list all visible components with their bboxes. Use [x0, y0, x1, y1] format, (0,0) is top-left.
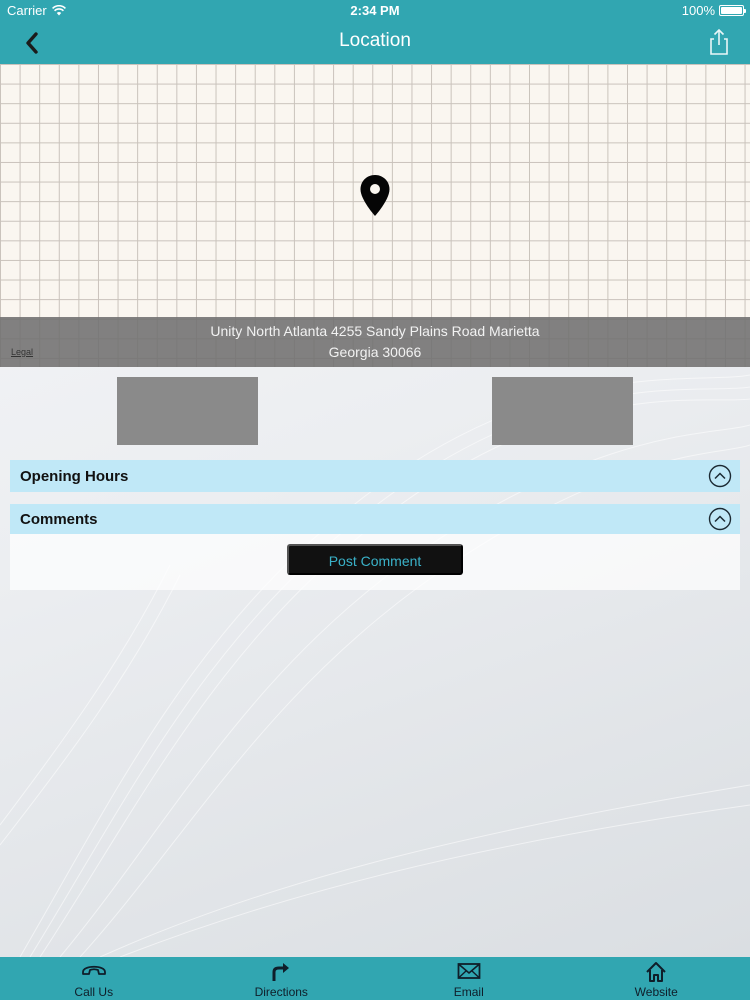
envelope-icon: [457, 963, 481, 979]
image-placeholder-right: [492, 377, 633, 445]
home-icon: [646, 962, 666, 982]
tab-call-us[interactable]: Call Us: [0, 957, 188, 1000]
map-view[interactable]: Unity North Atlanta 4255 Sandy Plains Ro…: [0, 64, 750, 367]
battery-icon: [719, 5, 746, 16]
navigation-bar: Location: [0, 22, 750, 64]
tab-label: Email: [453, 985, 484, 999]
battery-percent: 100%: [681, 3, 715, 18]
background-waves: [0, 374, 750, 957]
tab-directions[interactable]: Directions: [188, 957, 376, 1000]
address-line-2: Georgia 30066: [328, 344, 422, 360]
tab-email[interactable]: Email: [375, 957, 563, 1000]
share-icon[interactable]: [708, 28, 730, 56]
chevron-up-circle-icon[interactable]: [708, 507, 732, 531]
opening-hours-header[interactable]: Opening Hours: [10, 460, 740, 492]
status-bar: Carrier 2:34 PM 100%: [0, 0, 750, 22]
tab-label: Call Us: [74, 985, 114, 999]
bottom-tab-bar: Call Us Directions Email Website: [0, 957, 750, 1000]
page-title: Location: [339, 30, 411, 51]
address-overlay: Unity North Atlanta 4255 Sandy Plains Ro…: [0, 317, 750, 367]
comments-header[interactable]: Comments: [10, 504, 740, 534]
battery-indicator: 100%: [681, 3, 746, 18]
address-line-1: Unity North Atlanta 4255 Sandy Plains Ro…: [210, 323, 540, 339]
post-comment-button[interactable]: Post Comment: [287, 544, 463, 575]
battery-level-fill: [721, 7, 742, 14]
phone-icon: [81, 965, 106, 975]
directions-arrow-icon: [272, 963, 290, 981]
image-placeholder-left: [117, 377, 258, 445]
opening-hours-label: Opening Hours: [20, 467, 129, 485]
tab-label: Website: [634, 985, 678, 999]
tab-label: Directions: [254, 985, 308, 999]
chevron-up-circle-icon[interactable]: [708, 464, 732, 488]
legal-link[interactable]: Legal: [11, 347, 33, 357]
tab-website[interactable]: Website: [563, 957, 750, 1000]
map-pin-icon[interactable]: [359, 174, 391, 218]
comments-label: Comments: [20, 510, 98, 528]
status-time: 2:34 PM: [350, 3, 400, 18]
